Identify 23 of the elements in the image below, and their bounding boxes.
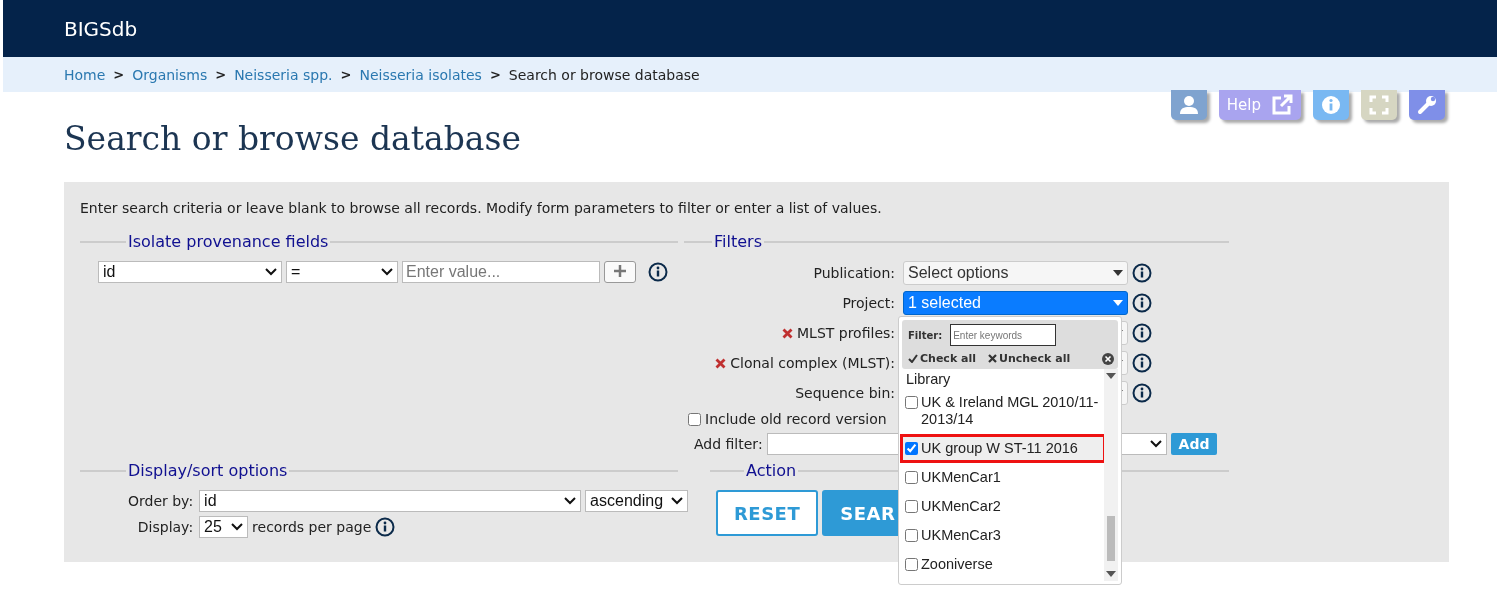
page-title: Search or browse database (64, 119, 521, 160)
records-per-page-text: records per page (252, 519, 372, 535)
current-page-text: Search or browse database (508, 66, 700, 83)
section-legend: Display/sort options (126, 461, 290, 480)
filter-label: Sequence bin: (795, 385, 895, 401)
intro-text: Enter search criteria or leave blank to browse all records. Modify form parameters to filter or enter a list of values. (80, 200, 883, 216)
filter-label: MLST profiles: (797, 325, 895, 341)
checkbox-label: Include old record version (705, 411, 887, 427)
section-legend: Filters (712, 232, 764, 251)
display-label: Display: (136, 519, 194, 535)
order-label: Order by: (128, 493, 194, 509)
breadcrumb-separator: > (340, 67, 352, 82)
filter-label: Filter: (908, 329, 943, 341)
filter-label: Publication: (813, 265, 895, 281)
filter-label: Clonal complex (MLST): (730, 355, 895, 371)
breadcrumb-separator: > (489, 67, 501, 82)
option-text: Library (906, 371, 952, 388)
filter-label: Project: (842, 295, 895, 311)
filter-label: Add filter: (694, 436, 763, 452)
breadcrumb-separator: > (113, 67, 125, 82)
breadcrumb-separator: > (215, 67, 227, 82)
section-legend: Action (744, 461, 799, 480)
section-legend: Isolate provenance fields (126, 232, 331, 251)
